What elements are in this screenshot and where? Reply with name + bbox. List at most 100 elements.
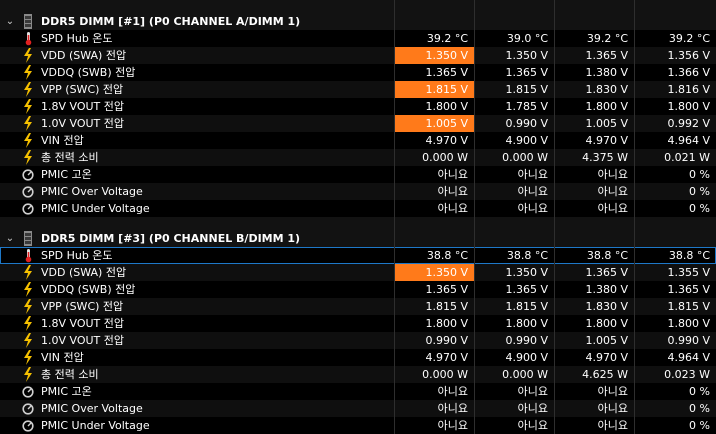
sensor-row[interactable]: PMIC Under Voltage 아니요 아니요 아니요 0 % — [0, 417, 716, 434]
sensor-row[interactable]: 총 전력 소비 0.000 W 0.000 W 4.625 W 0.023 W — [0, 366, 716, 383]
current-value: 0.990 V — [425, 334, 468, 347]
lightning-icon — [22, 298, 36, 315]
max-value: 1.380 V — [585, 283, 628, 296]
sensor-row[interactable]: VDDQ (SWB) 전압 1.365 V 1.365 V 1.380 V 1.366 … — [0, 64, 716, 81]
max-value: 4.970 V — [585, 351, 628, 364]
sensor-label: VDDQ (SWB) 전압 — [41, 66, 136, 79]
max-value: 1.800 V — [585, 317, 628, 330]
sensor-row[interactable]: VDDQ (SWB) 전압 1.365 V 1.365 V 1.380 V 1.365 … — [0, 281, 716, 298]
sensor-label: VDDQ (SWB) 전압 — [41, 283, 136, 296]
min-value: 1.785 V — [505, 100, 548, 113]
sensor-label: VDD (SWA) 전압 — [41, 49, 127, 62]
min-value: 아니요 — [517, 185, 548, 198]
sensor-label: PMIC Under Voltage — [41, 419, 150, 432]
lightning-icon — [22, 149, 36, 166]
group-spacer-row — [0, 217, 716, 230]
sensor-row[interactable]: PMIC 고온 아니요 아니요 아니요 0 % — [0, 166, 716, 183]
current-value: 1.800 V — [425, 317, 468, 330]
min-value: 아니요 — [517, 168, 548, 181]
average-value: 0 % — [689, 185, 710, 198]
average-value: 0.023 W — [664, 368, 710, 381]
chevron-down-icon[interactable]: ⌄ — [4, 13, 16, 30]
average-value: 4.964 V — [667, 134, 710, 147]
average-value: 1.800 V — [667, 317, 710, 330]
average-value: 4.964 V — [667, 351, 710, 364]
min-value: 39.0 °C — [506, 32, 548, 45]
sensor-row[interactable]: VDD (SWA) 전압 1.350 V 1.350 V 1.365 V 1.355 V — [0, 264, 716, 281]
sensor-label: VIN 전압 — [41, 351, 84, 364]
average-value: 1.815 V — [667, 300, 710, 313]
lightning-icon — [22, 132, 36, 149]
gauge-icon — [22, 166, 36, 183]
group-header-dimm3[interactable]: ⌄ DDR5 DIMM [#3] (P0 CHANNEL B/DIMM 1) — [0, 230, 716, 247]
sensor-label: VPP (SWC) 전압 — [41, 300, 124, 313]
sensor-label: 1.0V VOUT 전압 — [41, 117, 125, 130]
thermometer-icon — [22, 30, 36, 47]
min-value: 1.800 V — [505, 317, 548, 330]
thermometer-icon — [22, 247, 36, 264]
min-value: 1.365 V — [505, 283, 548, 296]
sensor-label: PMIC 고온 — [41, 385, 92, 398]
min-value: 4.900 V — [505, 351, 548, 364]
current-value: 아니요 — [437, 419, 468, 432]
lightning-icon — [22, 264, 36, 281]
current-value: 0.000 W — [422, 151, 468, 164]
sensor-row[interactable]: VIN 전압 4.970 V 4.900 V 4.970 V 4.964 V — [0, 132, 716, 149]
max-value: 4.625 W — [582, 368, 628, 381]
sensor-label: PMIC 고온 — [41, 168, 92, 181]
min-value: 0.000 W — [502, 151, 548, 164]
min-value: 38.8 °C — [506, 249, 548, 262]
min-value: 1.350 V — [505, 266, 548, 279]
max-value: 아니요 — [597, 202, 628, 215]
max-value: 1.005 V — [585, 117, 628, 130]
sensor-label: PMIC Over Voltage — [41, 402, 143, 415]
average-value: 1.800 V — [667, 100, 710, 113]
sensor-row[interactable]: PMIC Over Voltage 아니요 아니요 아니요 0 % — [0, 400, 716, 417]
sensor-row[interactable]: PMIC Over Voltage 아니요 아니요 아니요 0 % — [0, 183, 716, 200]
sensor-row[interactable]: VDD (SWA) 전압 1.350 V 1.350 V 1.365 V 1.356 V — [0, 47, 716, 64]
sensor-row[interactable]: 1.8V VOUT 전압 1.800 V 1.800 V 1.800 V 1.800 V — [0, 315, 716, 332]
sensor-row[interactable]: VPP (SWC) 전압 1.815 V 1.815 V 1.830 V 1.815 V — [0, 298, 716, 315]
sensor-row[interactable]: 총 전력 소비 0.000 W 0.000 W 4.375 W 0.021 W — [0, 149, 716, 166]
average-value: 0.992 V — [667, 117, 710, 130]
min-value: 1.365 V — [505, 66, 548, 79]
sensor-row[interactable]: VPP (SWC) 전압 1.815 V 1.815 V 1.830 V 1.816 V — [0, 81, 716, 98]
chevron-down-icon[interactable]: ⌄ — [4, 230, 16, 247]
min-value: 1.815 V — [505, 83, 548, 96]
gauge-icon — [22, 400, 36, 417]
sensor-row[interactable]: PMIC Under Voltage 아니요 아니요 아니요 0 % — [0, 200, 716, 217]
sensor-row[interactable]: 1.0V VOUT 전압 1.005 V 0.990 V 1.005 V 0.992 V — [0, 115, 716, 132]
average-value: 0.021 W — [664, 151, 710, 164]
top-spacer-row — [0, 0, 716, 13]
max-value: 아니요 — [597, 385, 628, 398]
lightning-icon — [22, 81, 36, 98]
current-value: 아니요 — [437, 185, 468, 198]
group-title: DDR5 DIMM [#1] (P0 CHANNEL A/DIMM 1) — [41, 15, 301, 28]
average-value: 1.365 V — [667, 283, 710, 296]
sensor-row[interactable]: 1.8V VOUT 전압 1.800 V 1.785 V 1.800 V 1.800 V — [0, 98, 716, 115]
min-value: 아니요 — [517, 385, 548, 398]
lightning-icon — [22, 47, 36, 64]
group-header-dimm1[interactable]: ⌄ DDR5 DIMM [#1] (P0 CHANNEL A/DIMM 1) — [0, 13, 716, 30]
average-value: 39.2 °C — [668, 32, 710, 45]
sensor-row[interactable]: SPD Hub 온도 39.2 °C 39.0 °C 39.2 °C 39.2 °C — [0, 30, 716, 47]
lightning-icon — [22, 366, 36, 383]
average-value: 0 % — [689, 202, 710, 215]
max-value: 아니요 — [597, 419, 628, 432]
max-value: 아니요 — [597, 168, 628, 181]
sensor-row[interactable]: PMIC 고온 아니요 아니요 아니요 0 % — [0, 383, 716, 400]
current-value: 38.8 °C — [426, 249, 468, 262]
sensor-label: PMIC Over Voltage — [41, 185, 143, 198]
lightning-icon — [22, 115, 36, 132]
sensor-label: SPD Hub 온도 — [41, 249, 113, 262]
max-value: 아니요 — [597, 185, 628, 198]
sensor-row[interactable]: 1.0V VOUT 전압 0.990 V 0.990 V 1.005 V 0.990 V — [0, 332, 716, 349]
min-value: 0.990 V — [505, 117, 548, 130]
current-value: 1.350 V — [395, 264, 474, 281]
max-value: 39.2 °C — [586, 32, 628, 45]
memory-module-icon — [22, 13, 36, 30]
sensor-row[interactable]: SPD Hub 온도 38.8 °C 38.8 °C 38.8 °C 38.8 °C — [0, 247, 716, 264]
lightning-icon — [22, 98, 36, 115]
sensor-row[interactable]: VIN 전압 4.970 V 4.900 V 4.970 V 4.964 V — [0, 349, 716, 366]
min-value: 0.990 V — [505, 334, 548, 347]
